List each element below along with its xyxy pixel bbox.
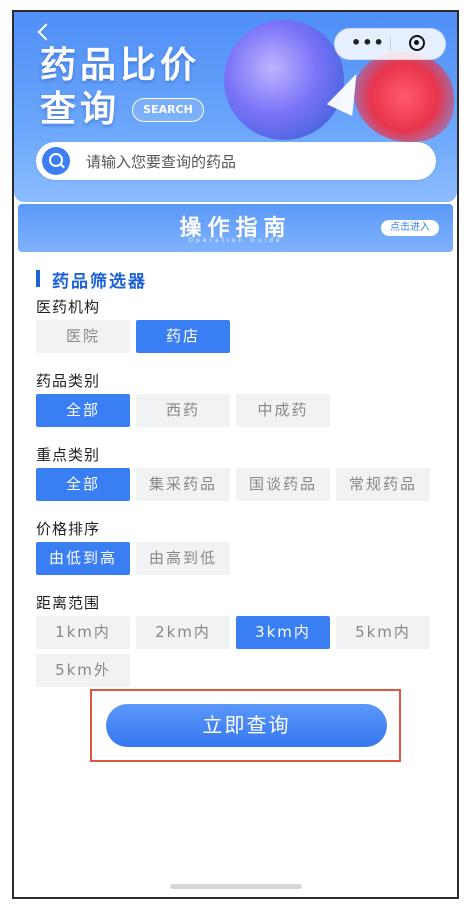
- chip-pharmacy[interactable]: 药店: [136, 320, 230, 353]
- mini-program-capsule: •••: [334, 28, 446, 60]
- chip-hospital[interactable]: 医院: [36, 320, 130, 353]
- chip-price-high-to-low[interactable]: 由高到低: [136, 542, 230, 575]
- guide-subtitle: Operation Guide: [188, 237, 283, 244]
- chip-distance-over-5km[interactable]: 5km外: [36, 654, 130, 687]
- group-label-key-category: 重点类别: [36, 446, 101, 464]
- chip-centralized-procurement[interactable]: 集采药品: [136, 468, 230, 501]
- home-indicator: [170, 884, 302, 889]
- banner-title-line1: 药品比价: [40, 45, 201, 86]
- filter-title: 药品筛选器: [36, 267, 147, 292]
- chip-key-all[interactable]: 全部: [36, 468, 130, 501]
- more-icon[interactable]: •••: [351, 33, 385, 52]
- search-icon: [42, 147, 70, 175]
- close-target-icon[interactable]: [409, 35, 425, 51]
- operation-guide-banner[interactable]: 操作指南 Operation Guide 点击进入: [18, 204, 453, 252]
- search-input[interactable]: 请输入您要查询的药品: [36, 142, 436, 180]
- query-button[interactable]: 立即查询: [106, 704, 387, 747]
- chip-category-all[interactable]: 全部: [36, 394, 130, 427]
- chip-distance-2km[interactable]: 2km内: [136, 616, 230, 649]
- chip-distance-3km[interactable]: 3km内: [236, 616, 330, 649]
- filter-title-text: 药品筛选器: [52, 272, 147, 292]
- decorative-illustration-red: [354, 52, 454, 142]
- chip-price-low-to-high[interactable]: 由低到高: [36, 542, 130, 575]
- guide-enter-button[interactable]: 点击进入: [381, 220, 439, 236]
- group-label-institution: 医药机构: [36, 298, 101, 316]
- decorative-illustration: [224, 20, 344, 140]
- banner-title-line2: 查询: [40, 89, 121, 130]
- chip-regular-medicine[interactable]: 常规药品: [336, 468, 430, 501]
- phone-frame: 药品比价 查询 SEARCH ••• 请输入您要查询的药品 操作指南 Opera…: [12, 10, 459, 899]
- group-label-category: 药品类别: [36, 372, 101, 390]
- chip-distance-5km[interactable]: 5km内: [336, 616, 430, 649]
- chip-chinese-patent-medicine[interactable]: 中成药: [236, 394, 330, 427]
- group-label-distance: 距离范围: [36, 594, 101, 612]
- capsule-divider: [390, 37, 391, 51]
- back-arrow-icon[interactable]: [37, 23, 55, 41]
- chip-distance-1km[interactable]: 1km内: [36, 616, 130, 649]
- chip-national-negotiation[interactable]: 国谈药品: [236, 468, 330, 501]
- search-placeholder: 请输入您要查询的药品: [86, 153, 237, 171]
- search-badge: SEARCH: [132, 98, 204, 122]
- header-banner: 药品比价 查询 SEARCH ••• 请输入您要查询的药品: [14, 12, 457, 202]
- group-label-price-sort: 价格排序: [36, 520, 101, 538]
- chip-western-medicine[interactable]: 西药: [136, 394, 230, 427]
